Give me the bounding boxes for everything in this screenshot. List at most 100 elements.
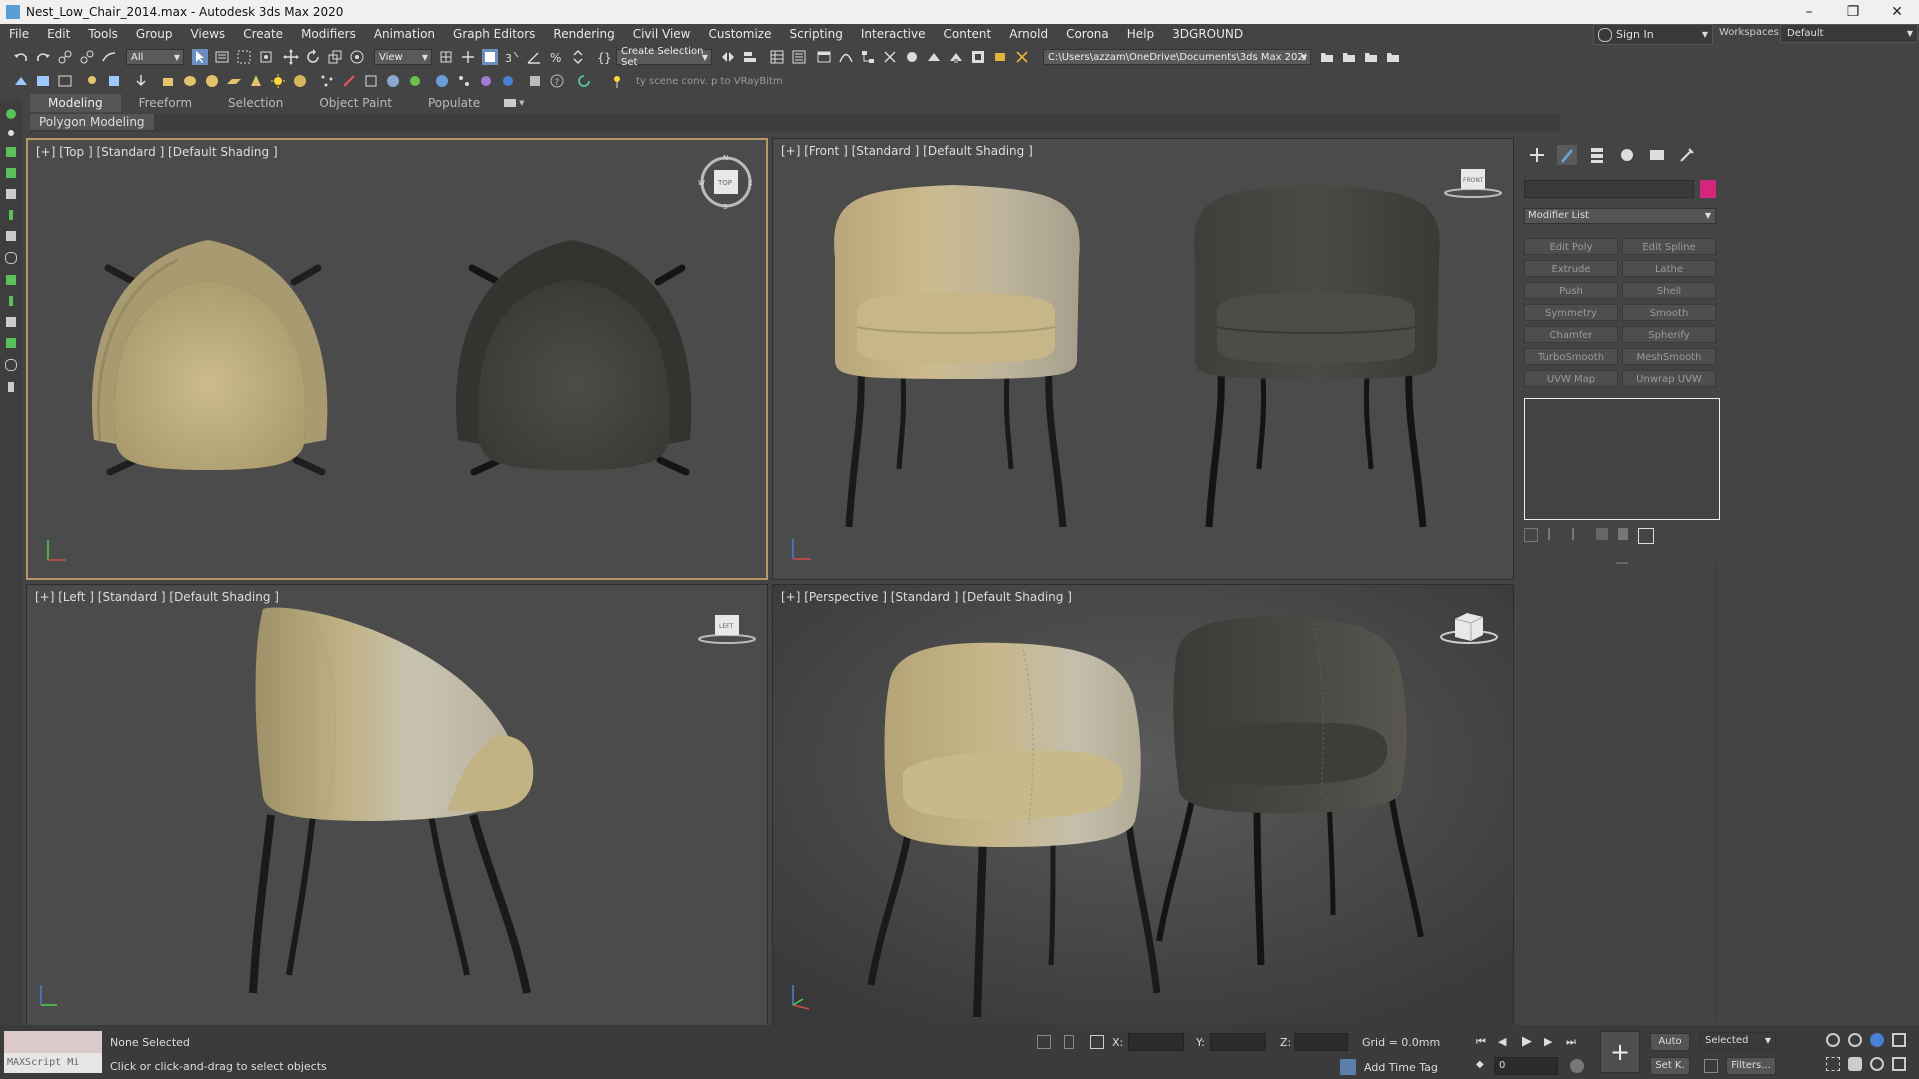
tab-selection[interactable]: Selection: [210, 94, 301, 112]
absolute-mode-icon[interactable]: [1090, 1035, 1104, 1049]
render-production-icon[interactable]: [948, 49, 964, 65]
menu-graph-editors[interactable]: Graph Editors: [444, 27, 544, 41]
time-tag-icon[interactable]: [1340, 1059, 1356, 1075]
modifier-list-dropdown[interactable]: Modifier List ▼: [1524, 208, 1716, 224]
vray-proxy-icon[interactable]: [500, 73, 516, 89]
viewport-label-perspective[interactable]: [+] [Perspective ] [Standard ] [Default …: [781, 590, 1072, 604]
pen-icon[interactable]: [9, 296, 13, 306]
save-project-icon[interactable]: [1363, 49, 1379, 65]
keyboard-shortcut-override-icon[interactable]: [482, 49, 498, 65]
angle-snap-icon[interactable]: [526, 49, 542, 65]
menu-create[interactable]: Create: [234, 27, 292, 41]
box-primitive-icon[interactable]: [160, 73, 176, 89]
turbosmooth-button[interactable]: TurboSmooth: [1524, 348, 1618, 365]
polygon-modeling-panel[interactable]: Polygon Modeling: [30, 114, 154, 130]
align-icon[interactable]: [742, 49, 758, 65]
extrude-button[interactable]: Extrude: [1524, 260, 1618, 277]
orbit-icon[interactable]: [1870, 1057, 1884, 1071]
bind-space-warp-icon[interactable]: [101, 49, 117, 65]
place-icon[interactable]: [349, 49, 365, 65]
unlink-icon[interactable]: [79, 49, 95, 65]
panel-divider[interactable]: [1616, 562, 1628, 564]
link-icon[interactable]: [57, 49, 73, 65]
tab-object-paint[interactable]: Object Paint: [301, 94, 410, 112]
refresh-icon[interactable]: [576, 73, 592, 89]
sign-in-dropdown[interactable]: Sign In ▼: [1593, 24, 1713, 45]
viewcube-perspective[interactable]: [1437, 607, 1501, 647]
graph-icon[interactable]: [6, 338, 16, 348]
lathe-button[interactable]: Lathe: [1622, 260, 1716, 277]
menu-civil-view[interactable]: Civil View: [624, 27, 700, 41]
vray-sun-icon[interactable]: [478, 73, 494, 89]
spherify-button[interactable]: Spherify: [1622, 326, 1716, 343]
modify-tab-icon[interactable]: [1557, 145, 1577, 165]
viewport-label-top[interactable]: [+] [Top ] [Standard ] [Default Shading …: [36, 145, 278, 159]
configure-modifier-sets-icon[interactable]: [1638, 528, 1654, 544]
material-editor-icon[interactable]: [882, 49, 898, 65]
sphere-primitive-icon[interactable]: [204, 73, 220, 89]
utilities-tab-icon[interactable]: [1677, 145, 1697, 165]
curve-editor-icon[interactable]: [838, 49, 854, 65]
mirror-icon[interactable]: [720, 49, 736, 65]
pin-stack-icon[interactable]: [1524, 528, 1538, 542]
create-tab-icon[interactable]: [1527, 145, 1547, 165]
motion-icon[interactable]: [6, 189, 16, 199]
menu-rendering[interactable]: Rendering: [544, 27, 623, 41]
archive-icon[interactable]: [527, 73, 543, 89]
tab-freeform[interactable]: Freeform: [121, 94, 210, 112]
restore-button[interactable]: ❐: [1831, 0, 1875, 24]
cone-primitive-icon[interactable]: [248, 73, 264, 89]
paint-icon[interactable]: [6, 275, 16, 285]
pan-icon[interactable]: [1848, 1057, 1862, 1071]
filters-button[interactable]: Filters...: [1726, 1057, 1776, 1075]
menu-customize[interactable]: Customize: [699, 27, 780, 41]
viewport-label-left[interactable]: [+] [Left ] [Standard ] [Default Shading…: [35, 590, 279, 604]
smooth-button[interactable]: Smooth: [1622, 304, 1716, 321]
go-to-end-icon[interactable]: ⏭: [1566, 1035, 1576, 1049]
menu-scripting[interactable]: Scripting: [780, 27, 851, 41]
plane-primitive-icon[interactable]: [226, 73, 242, 89]
make-unique-icon[interactable]: [1572, 528, 1586, 540]
rendered-frame-window-icon[interactable]: [926, 49, 942, 65]
play-icon[interactable]: ▶: [1522, 1034, 1532, 1049]
render-in-cloud-icon[interactable]: [992, 49, 1008, 65]
light-icon[interactable]: [270, 73, 286, 89]
menu-file[interactable]: File: [0, 27, 38, 41]
green-object-icon[interactable]: [407, 73, 423, 89]
render-setup-icon[interactable]: [904, 49, 920, 65]
selection-lock-icon[interactable]: [1064, 1035, 1074, 1049]
key-filters-icon[interactable]: [1704, 1059, 1718, 1073]
viewcube-top[interactable]: TOP N S E W: [698, 154, 754, 211]
window-crossing-icon[interactable]: [258, 49, 274, 65]
open-project-icon[interactable]: [1341, 49, 1357, 65]
geosphere-icon[interactable]: [292, 73, 308, 89]
import-icon[interactable]: [133, 73, 149, 89]
go-to-start-icon[interactable]: ⏮: [1476, 1035, 1486, 1049]
menu-interactive[interactable]: Interactive: [852, 27, 935, 41]
brush-icon[interactable]: [9, 210, 13, 220]
object-properties-icon[interactable]: [106, 73, 122, 89]
vray-frame-buffer-icon[interactable]: [35, 73, 51, 89]
key-filter-dropdown[interactable]: Selected ▼: [1700, 1032, 1776, 1050]
set-key-button[interactable]: Set K.: [1650, 1057, 1690, 1075]
object-color-swatch[interactable]: [1700, 180, 1716, 198]
select-object-icon[interactable]: [192, 49, 208, 65]
modifier-tool-icon[interactable]: [341, 73, 357, 89]
dot-icon[interactable]: [8, 130, 14, 136]
time-configuration-icon[interactable]: [1570, 1059, 1584, 1073]
globe-icon[interactable]: [434, 73, 450, 89]
named-selection-dropdown[interactable]: Create Selection Set ▼: [616, 46, 712, 68]
uvw-map-button[interactable]: UVW Map: [1524, 370, 1618, 387]
modify-icon[interactable]: [6, 147, 16, 157]
layers-icon[interactable]: [6, 317, 16, 327]
scissors-icon[interactable]: [1014, 49, 1030, 65]
tab-modeling[interactable]: Modeling: [30, 94, 121, 112]
reference-coordinate-dropdown[interactable]: View ▼: [374, 49, 432, 65]
delete-icon[interactable]: [1618, 528, 1628, 540]
tab-populate[interactable]: Populate: [410, 94, 498, 112]
viewport-perspective[interactable]: [+] [Perspective ] [Standard ] [Default …: [772, 584, 1514, 1026]
zoom-extents-icon[interactable]: [1870, 1033, 1884, 1047]
zoom-all-icon[interactable]: [1848, 1033, 1862, 1047]
light-lister-icon[interactable]: [84, 73, 100, 89]
menu-corona[interactable]: Corona: [1057, 27, 1118, 41]
